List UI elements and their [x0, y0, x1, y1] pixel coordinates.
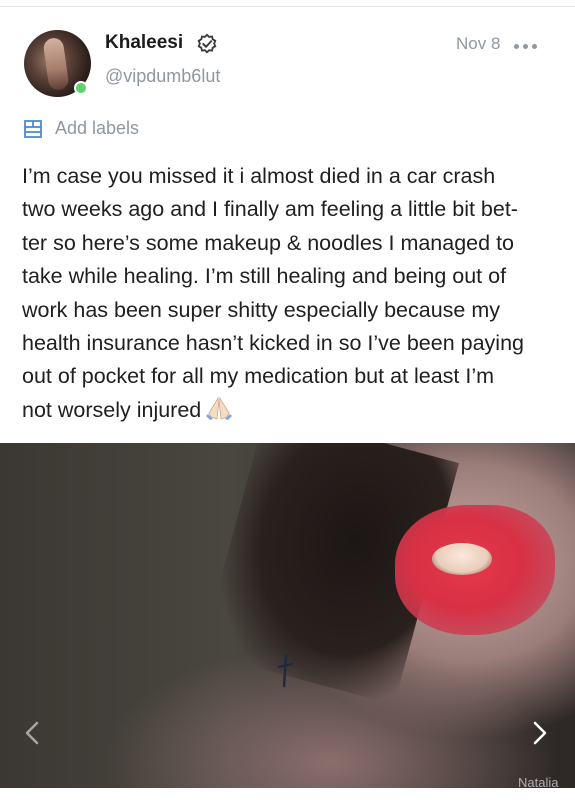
- post-photo[interactable]: Natalia: [0, 443, 575, 788]
- post-text-line: take while healing. I’m still healing an…: [22, 264, 507, 289]
- more-dot: [514, 44, 519, 49]
- post-date[interactable]: Nov 8: [456, 34, 500, 54]
- post-text-last-line: not worsely injured: [22, 394, 552, 427]
- photo-cross-tattoo: [277, 654, 294, 688]
- avatar-figure: [42, 36, 70, 92]
- photo-watermark: Natalia: [518, 775, 559, 788]
- more-dot: [523, 44, 528, 49]
- author-handle[interactable]: @vipdumb6lut: [105, 66, 220, 87]
- more-dot: [532, 44, 537, 49]
- post-text-line: work has been super shitty especially be…: [22, 297, 501, 322]
- post-text-line: ter so here’s some makeup & noodles I ma…: [22, 230, 515, 255]
- post-text-line: not worsely injured: [22, 397, 202, 422]
- online-status-indicator: [74, 81, 88, 95]
- post-text-line: two weeks ago and I finally am feeling a…: [22, 197, 518, 222]
- top-divider: [0, 6, 575, 7]
- post-text-line: out of pocket for all my medication but …: [22, 364, 495, 389]
- post-text-line: I’m case you missed it i almost died in …: [22, 164, 496, 188]
- post-text-line: health insurance hasn’t kicked in so I’v…: [22, 330, 524, 355]
- add-labels-button[interactable]: Add labels: [55, 118, 139, 139]
- verified-badge-icon: [197, 33, 217, 54]
- praying-hands-emoji-icon: [206, 396, 233, 420]
- more-options-icon[interactable]: [514, 36, 554, 52]
- photo-teeth: [432, 543, 492, 575]
- labels-icon[interactable]: [22, 118, 44, 140]
- post-text: I’m case you missed it i almost died in …: [22, 160, 552, 427]
- chevron-left-icon[interactable]: [22, 719, 42, 747]
- chevron-right-icon[interactable]: [530, 719, 550, 747]
- author-display-name[interactable]: Khaleesi: [105, 32, 183, 54]
